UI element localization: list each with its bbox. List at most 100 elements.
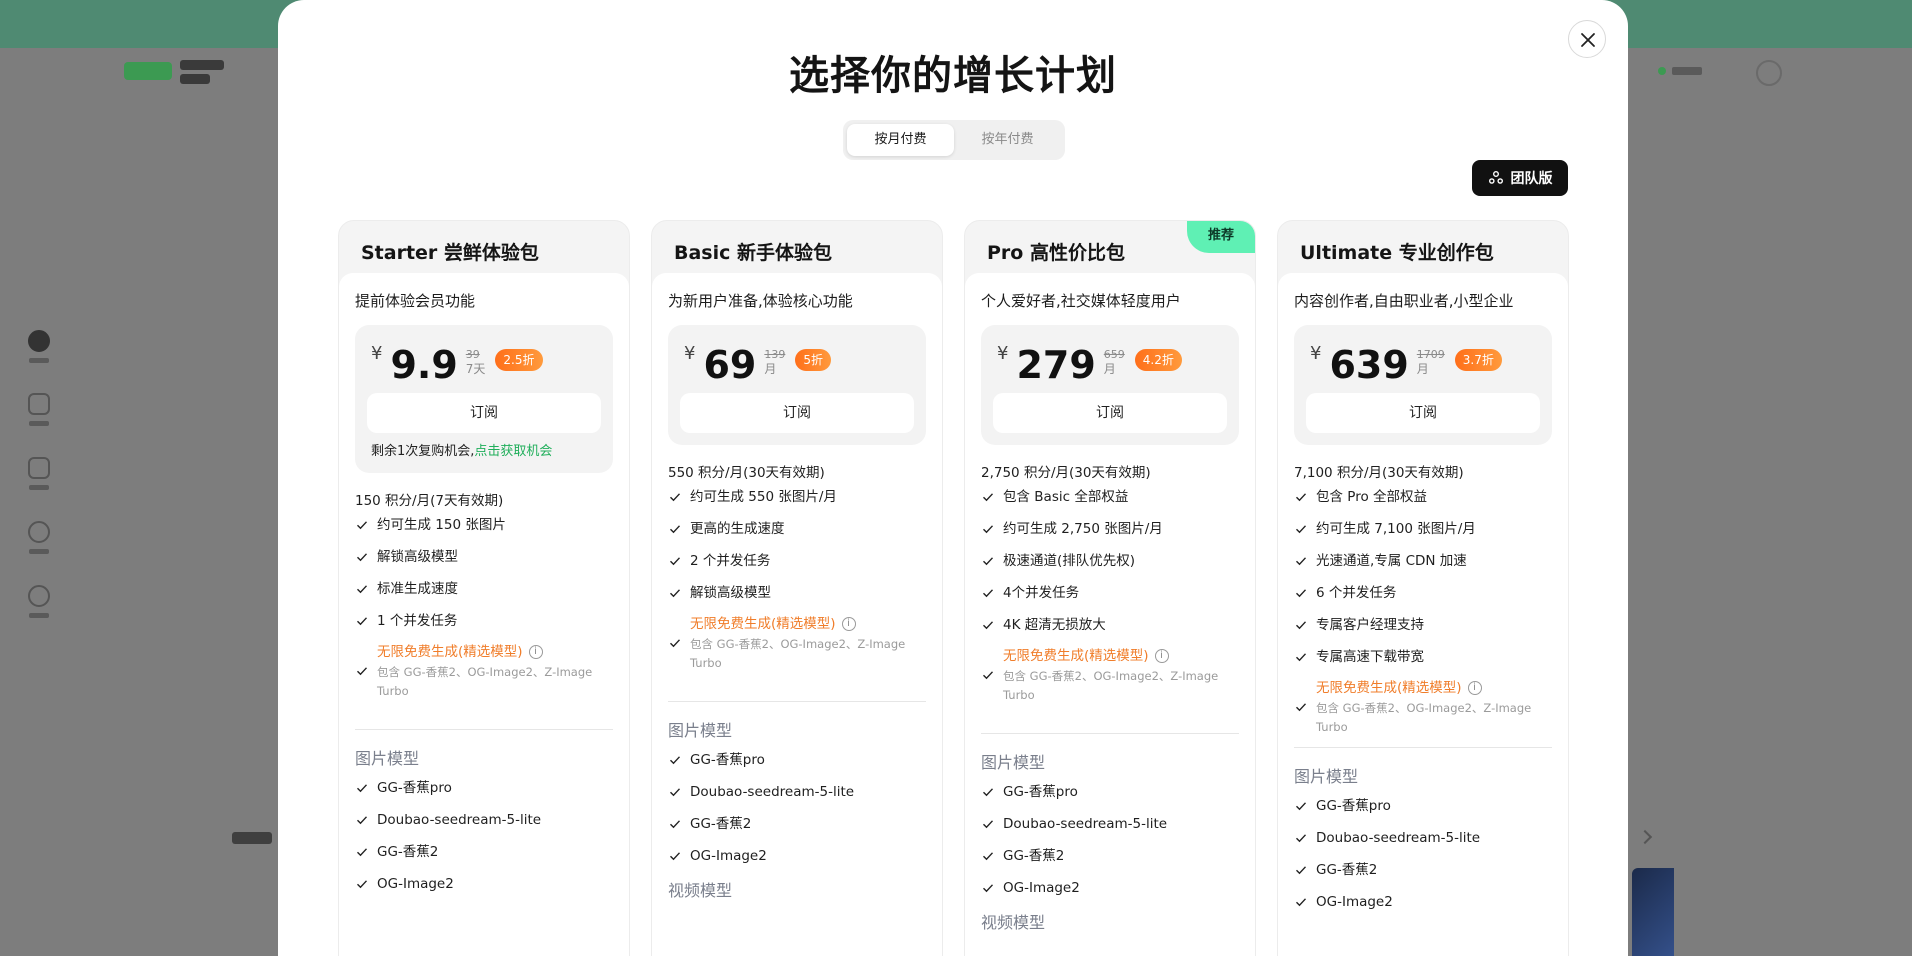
discount-badge: 4.2折 (1134, 349, 1182, 371)
credits-info: 150 积分/月(7天有效期) (355, 493, 504, 509)
credits-info: 7,100 积分/月(30天有效期) (1294, 465, 1464, 481)
check-icon (1296, 866, 1307, 875)
backdrop-section-label (232, 832, 272, 844)
check-icon (1296, 653, 1307, 662)
divider (355, 729, 613, 730)
free-generation-item: 无限免费生成(精选模型) i 包含 GG-香蕉2、OG-Image2、Z-Imag… (355, 643, 613, 701)
model-item: OG-Image2 (668, 846, 926, 866)
free-generation-title: 无限免费生成(精选模型) (1316, 680, 1462, 696)
free-generation-title: 无限免费生成(精选模型) (690, 616, 836, 632)
price-box: ¥ 279 659 月 4.2折 订阅 (981, 325, 1239, 445)
price-amount: 639 (1329, 343, 1409, 387)
plan-name: Ultimate 专业创作包 (1300, 242, 1494, 264)
check-icon (357, 880, 368, 889)
feature-list: 约可生成 150 张图片 解锁高级模型 标准生成速度 1 个并发任务 无限免费生… (355, 515, 613, 701)
check-icon (670, 852, 681, 861)
feature-item: 包含 Pro 全部权益 (1294, 487, 1552, 507)
plan-card-pro: 推荐 Pro 高性价比包 个人爱好者,社交媒体轻度用户 ¥ 279 659 月 … (964, 220, 1256, 956)
billing-period: 月 (764, 362, 777, 376)
team-plan-button[interactable]: 团队版 (1472, 160, 1568, 196)
subscribe-button[interactable]: 订阅 (993, 393, 1227, 433)
check-icon (983, 557, 994, 566)
plan-name: Basic 新手体验包 (674, 242, 833, 264)
original-price-value: 39 (465, 348, 480, 361)
feature-item: 光速通道,专属 CDN 加速 (1294, 551, 1552, 571)
divider (668, 701, 926, 702)
video-models-title: 视频模型 (668, 881, 733, 900)
free-generation-models: 包含 GG-香蕉2、OG-Image2、Z-Image Turbo (1316, 701, 1532, 734)
check-icon (983, 671, 994, 680)
billing-yearly-tab[interactable]: 按年付费 (954, 124, 1061, 156)
image-model-list: GG-香蕉pro Doubao-seedream-5-lite GG-香蕉2 O… (981, 782, 1239, 898)
billing-period: 月 (1103, 362, 1116, 376)
check-icon (670, 589, 681, 598)
model-item: GG-香蕉pro (1294, 796, 1552, 816)
original-price-value: 1709 (1416, 348, 1445, 361)
backdrop-avatar (1756, 60, 1782, 86)
subscribe-button[interactable]: 订阅 (1306, 393, 1540, 433)
model-item: GG-香蕉pro (355, 778, 613, 798)
info-icon[interactable]: i (1467, 681, 1482, 695)
model-item: Doubao-seedream-5-lite (981, 814, 1239, 834)
feature-item: 极速通道(排队优先权) (981, 551, 1239, 571)
check-icon (670, 756, 681, 765)
check-icon (1296, 703, 1307, 712)
subscribe-button[interactable]: 订阅 (680, 393, 914, 433)
billing-period: 月 (1416, 362, 1429, 376)
check-icon (357, 667, 368, 676)
feature-item: 1 个并发任务 (355, 611, 613, 631)
divider (981, 733, 1239, 734)
info-icon[interactable]: i (841, 617, 856, 631)
check-icon (1296, 557, 1307, 566)
original-price: 139 月 (764, 347, 785, 377)
discount-badge: 5折 (795, 349, 831, 371)
discount-badge: 2.5折 (495, 349, 543, 371)
original-price: 39 7天 (466, 347, 486, 377)
check-icon (357, 784, 368, 793)
price-amount: 69 (703, 343, 757, 387)
backdrop-nav-item (22, 457, 56, 490)
backdrop-nav-item (22, 393, 56, 426)
plan-cards: Starter 尝鲜体验包 提前体验会员功能 ¥ 9.9 39 7天 2.5折 … (338, 220, 1569, 956)
model-item: GG-香蕉pro (668, 750, 926, 770)
recommended-badge: 推荐 (1187, 221, 1255, 253)
free-generation-title: 无限免费生成(精选模型) (377, 644, 523, 660)
model-item: Doubao-seedream-5-lite (1294, 828, 1552, 848)
feature-item: 标准生成速度 (355, 579, 613, 599)
check-icon (1296, 493, 1307, 502)
plan-name: Starter 尝鲜体验包 (361, 242, 539, 264)
check-icon (670, 788, 681, 797)
info-icon[interactable]: i (528, 645, 543, 659)
feature-item: 专属高速下载带宽 (1294, 647, 1552, 667)
get-chance-link[interactable]: 点击获取机会 (474, 444, 552, 459)
check-icon (357, 585, 368, 594)
free-generation-item: 无限免费生成(精选模型) i 包含 GG-香蕉2、OG-Image2、Z-Imag… (981, 647, 1239, 705)
check-icon (357, 848, 368, 857)
discount-badge: 3.7折 (1454, 349, 1502, 371)
model-item: GG-香蕉2 (355, 842, 613, 862)
free-generation-title: 无限免费生成(精选模型) (1003, 648, 1149, 664)
subscribe-button[interactable]: 订阅 (367, 393, 601, 433)
model-item: GG-香蕉pro (981, 782, 1239, 802)
check-icon (983, 852, 994, 861)
currency-symbol: ¥ (997, 343, 1009, 364)
feature-list: 约可生成 550 张图片/月 更高的生成速度 2 个并发任务 解锁高级模型 无限… (668, 487, 926, 673)
backdrop-badge (1658, 64, 1706, 78)
check-icon (670, 493, 681, 502)
billing-monthly-tab[interactable]: 按月付费 (847, 124, 954, 156)
price-row: ¥ 639 1709 月 3.7折 (1306, 341, 1540, 391)
image-model-list: GG-香蕉pro Doubao-seedream-5-lite GG-香蕉2 O… (668, 750, 926, 866)
feature-item: 专属客户经理支持 (1294, 615, 1552, 635)
model-item: Doubao-seedream-5-lite (355, 810, 613, 830)
image-models-title: 图片模型 (668, 721, 733, 740)
check-icon (670, 525, 681, 534)
info-icon[interactable]: i (1154, 649, 1169, 663)
image-model-list: GG-香蕉pro Doubao-seedream-5-lite GG-香蕉2 O… (355, 778, 613, 894)
backdrop-nav-item (22, 585, 56, 618)
plan-card-starter: Starter 尝鲜体验包 提前体验会员功能 ¥ 9.9 39 7天 2.5折 … (338, 220, 630, 956)
check-icon (983, 493, 994, 502)
model-item: OG-Image2 (355, 874, 613, 894)
model-item: OG-Image2 (1294, 892, 1552, 912)
check-icon (983, 884, 994, 893)
plan-card-basic: Basic 新手体验包 为新用户准备,体验核心功能 ¥ 69 139 月 5折 … (651, 220, 943, 956)
